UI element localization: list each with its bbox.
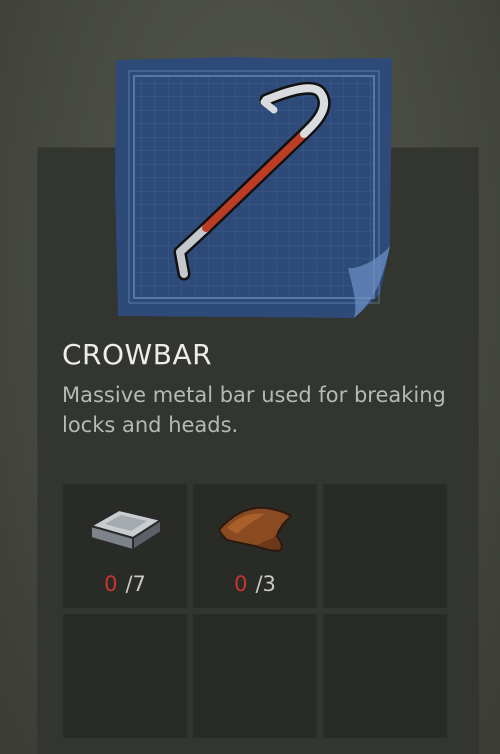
empty-slot[interactable] [323,484,447,608]
material-slot-metal[interactable]: 0/7 [63,484,187,608]
material-slot-leather[interactable]: 0/3 [193,484,317,608]
item-description: Massive metal bar used for breaking lock… [62,383,446,437]
metal-ingot-icon [85,496,165,556]
crowbar-blueprint-icon [114,56,394,318]
empty-slot[interactable] [63,614,187,738]
material-count-metal: 0/7 [104,572,146,596]
recipe-slots: 0/7 0/3 [63,484,447,738]
material-count-leather: 0/3 [234,572,276,596]
item-title: CROWBAR [62,338,213,371]
leather-icon [215,496,295,556]
empty-slot[interactable] [323,614,447,738]
empty-slot[interactable] [193,614,317,738]
